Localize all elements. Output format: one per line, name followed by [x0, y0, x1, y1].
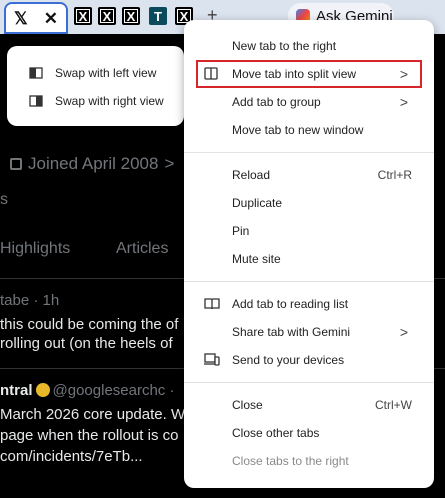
reading-list-icon [204, 298, 220, 310]
chevron-right-icon: > [399, 324, 408, 340]
menu-label: Move tab to new window [232, 123, 364, 137]
swap-right-item[interactable]: Swap with right view [7, 89, 184, 113]
shortcut-label: Ctrl+R [377, 168, 412, 182]
menu-item-reload[interactable]: Reload Ctrl+R [184, 161, 434, 189]
post-text: March 2026 core update. W [0, 406, 186, 423]
tab-highlights[interactable]: Highlights [0, 240, 70, 257]
calendar-icon [10, 158, 22, 170]
post-text: page when the rollout is co [0, 427, 179, 444]
menu-label: Close tabs to the right [232, 454, 349, 468]
menu-label: Share tab with Gemini [232, 325, 351, 339]
menu-item-add-to-group[interactable]: Add tab to group > [184, 88, 434, 116]
pinned-tab-x-2[interactable]: X [98, 7, 116, 25]
tab-articles[interactable]: Articles [116, 240, 168, 258]
menu-label: Duplicate [232, 196, 283, 210]
menu-label: Reload [232, 168, 271, 182]
post-text: this could be coming the of [0, 316, 179, 333]
menu-item-new-window[interactable]: Move tab to new window [184, 116, 434, 144]
menu-item-close-others[interactable]: Close other tabs [184, 419, 434, 447]
menu-item-split-view[interactable]: Move tab into split view > [196, 60, 422, 88]
menu-item-share-gemini[interactable]: Share tab with Gemini > [184, 318, 434, 346]
post-handle[interactable]: @googlesearchc · [53, 382, 175, 399]
profile-tabs: Highlights Articles [0, 240, 168, 258]
swap-right-label: Swap with right view [55, 94, 164, 108]
menu-separator [184, 152, 434, 153]
swap-left-icon [29, 67, 43, 79]
post-author[interactable]: ntral [0, 382, 33, 399]
close-tab-icon[interactable]: ✕ [44, 10, 58, 27]
menu-label: Add tab to group [232, 95, 321, 109]
menu-item-close[interactable]: Close Ctrl+W [184, 391, 434, 419]
menu-item-close-right: Close tabs to the right [184, 447, 434, 475]
joined-chevron-icon: > [164, 154, 175, 173]
pinned-tab-x-3[interactable]: X [122, 7, 140, 25]
swap-right-icon [29, 95, 43, 107]
split-view-icon [204, 67, 218, 80]
chevron-right-icon: > [399, 66, 408, 82]
verified-badge-icon [35, 383, 50, 397]
menu-item-pin[interactable]: Pin [184, 217, 434, 245]
menu-separator [184, 281, 434, 282]
post-text: rolling out (on the heels of [0, 335, 173, 352]
menu-item-reading-list[interactable]: Add tab to reading list [184, 290, 434, 318]
post-link[interactable]: com/incidents/7eTb... [0, 448, 143, 465]
menu-item-mute-site[interactable]: Mute site [184, 245, 434, 273]
swap-left-label: Swap with left view [55, 66, 157, 80]
menu-label: Close other tabs [232, 426, 320, 440]
menu-separator [184, 382, 434, 383]
menu-item-duplicate[interactable]: Duplicate [184, 189, 434, 217]
menu-label: Send to your devices [232, 353, 345, 367]
post-author-row: ntral @googlesearchc · [0, 382, 174, 399]
menu-label: Mute site [232, 252, 281, 266]
menu-item-send-devices[interactable]: Send to your devices [184, 346, 434, 374]
menu-label: New tab to the right [232, 39, 337, 53]
active-tab[interactable]: 𝕏 ✕ [4, 2, 68, 34]
pinned-tab-x-1[interactable]: X [74, 7, 92, 25]
menu-label: Move tab into split view [232, 67, 357, 81]
send-devices-icon [204, 353, 220, 366]
split-view-menu: Swap with left view Swap with right view [7, 46, 184, 126]
menu-label: Close [232, 398, 263, 412]
post-meta: tabe · 1h [0, 292, 60, 309]
menu-label: Pin [232, 224, 250, 238]
menu-label: Add tab to reading list [232, 297, 349, 311]
chevron-right-icon: > [399, 94, 408, 110]
joined-text: Joined April 2008 [28, 154, 159, 173]
x-logo-icon: 𝕏 [14, 8, 28, 28]
pinned-tab-t[interactable]: T [149, 7, 167, 25]
profile-fragment: s [0, 191, 8, 208]
tab-context-menu: New tab to the right Move tab into split… [184, 20, 434, 488]
joined-date: Joined April 2008 > [10, 154, 174, 174]
menu-item-new-tab-right[interactable]: New tab to the right [184, 32, 434, 60]
shortcut-label: Ctrl+W [375, 398, 412, 412]
swap-left-item[interactable]: Swap with left view [7, 61, 184, 85]
